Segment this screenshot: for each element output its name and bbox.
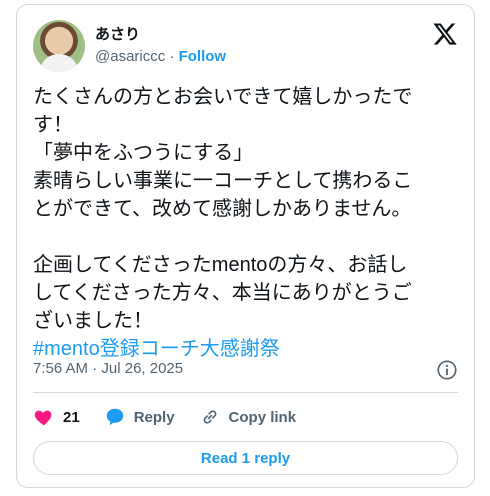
timestamp[interactable]: 7:56 AM · Jul 26, 2025 — [33, 360, 183, 377]
speech-bubble-icon — [106, 408, 123, 426]
like-button[interactable]: 21 — [33, 406, 80, 428]
info-icon[interactable] — [436, 359, 458, 381]
tweet-body: たくさんの方とお会いできて嬉しかったで す！ 「夢中をふつうにする」 素晴らしい… — [33, 86, 413, 332]
timestamp-separator: · — [92, 360, 98, 377]
hashtag-link[interactable]: #mento登録コーチ大感謝祭 — [33, 338, 280, 360]
avatar-shirt — [41, 54, 77, 72]
link-icon — [203, 410, 216, 424]
copy-link-button[interactable]: Copy link — [199, 406, 297, 428]
handle-separator: · — [169, 48, 175, 65]
handle-row: @asariccc · Follow — [95, 48, 226, 65]
tweet-text: たくさんの方とお会いできて嬉しかったで す！ 「夢中をふつうにする」 素晴らしい… — [33, 83, 459, 363]
divider — [33, 392, 458, 393]
action-bar: 21 Reply Copy link — [33, 401, 320, 433]
copy-link-label: Copy link — [228, 408, 297, 426]
read-replies-button[interactable]: Read 1 reply — [33, 441, 458, 475]
follow-button[interactable]: Follow — [179, 48, 227, 65]
reply-label: Reply — [133, 408, 175, 426]
tweet-date: Jul 26, 2025 — [101, 360, 184, 377]
handle[interactable]: @asariccc — [95, 48, 165, 65]
display-name[interactable]: あさり — [95, 23, 140, 44]
heart-icon — [34, 410, 52, 426]
avatar[interactable] — [33, 20, 85, 72]
tweet-card: あさり @asariccc · Follow たくさんの方とお会いできて嬉しかっ… — [16, 4, 475, 488]
like-count: 21 — [63, 408, 80, 426]
tweet-time: 7:56 AM — [33, 360, 89, 377]
x-logo-icon[interactable] — [432, 21, 458, 47]
reply-button[interactable]: Reply — [104, 406, 175, 428]
